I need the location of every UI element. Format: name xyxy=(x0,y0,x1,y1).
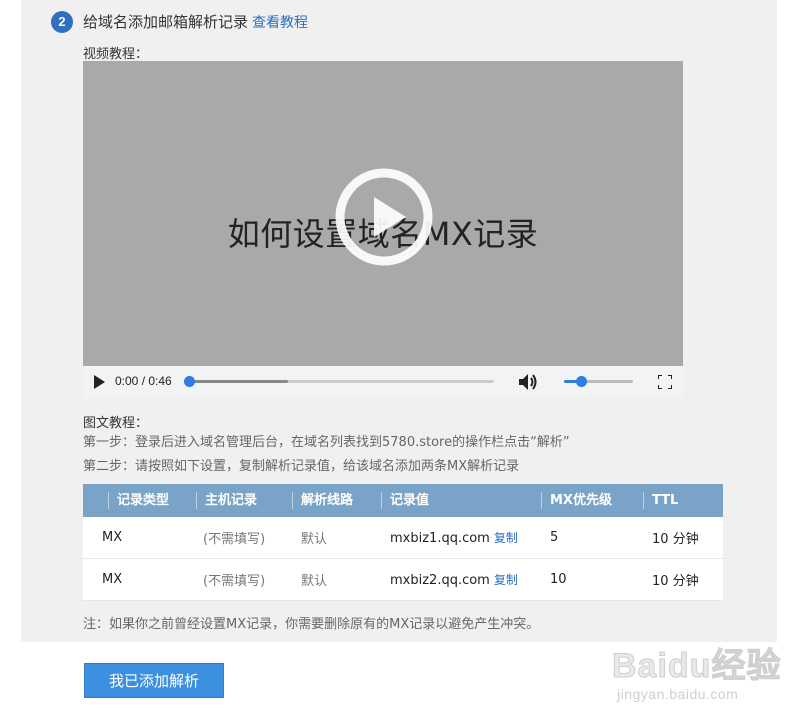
tutorial-step-1: 第一步：登录后进入域名管理后台，在域名列表找到5780.store的操作栏点击“… xyxy=(83,435,570,450)
dns-record-table: 记录类型 主机记录 解析线路 记录值 MX优先级 TTL MX (不需填写) 默… xyxy=(83,484,723,601)
video-time: 0:00 / 0:46 xyxy=(115,374,172,388)
cell-value: mxbiz1.qq.com 复制 xyxy=(381,517,541,559)
text-tutorial-label: 图文教程： xyxy=(83,416,149,431)
cell-host: (不需填写) xyxy=(196,558,292,601)
video-screen[interactable]: 如何设置域名MX记录 xyxy=(83,61,683,366)
cell-priority: 5 xyxy=(541,517,643,559)
conflict-note: 注：如果你之前曾经设置MX记录，你需要删除原有的MX记录以避免产生冲突。 xyxy=(83,617,540,632)
video-section-label: 视频教程： xyxy=(83,47,149,62)
cell-ttl: 10 分钟 xyxy=(643,517,723,559)
table-header-row: 记录类型 主机记录 解析线路 记录值 MX优先级 TTL xyxy=(83,484,723,517)
tutorial-step-2: 第二步：请按照如下设置，复制解析记录值，给该域名添加两条MX解析记录 xyxy=(83,459,520,474)
table-row: MX (不需填写) 默认 mxbiz1.qq.com 复制 5 10 分钟 xyxy=(83,517,723,559)
volume-icon[interactable] xyxy=(519,373,539,391)
step-title-text: 给域名添加邮箱解析记录 xyxy=(83,13,249,31)
view-tutorial-link[interactable]: 查看教程 xyxy=(252,15,308,31)
done-adding-button[interactable]: 我已添加解析 xyxy=(84,663,224,698)
baidu-watermark: Baidu经验 jingyan.baidu.com xyxy=(611,634,797,714)
cell-type: MX xyxy=(83,517,196,559)
play-icon[interactable] xyxy=(93,375,105,389)
video-player[interactable]: 如何设置域名MX记录 0:00 / 0:46 xyxy=(83,61,683,398)
header-record-value: 记录值 xyxy=(381,484,541,517)
copy-button[interactable]: 复制 xyxy=(494,531,518,545)
header-ttl: TTL xyxy=(643,484,723,517)
header-record-type: 记录类型 xyxy=(83,484,196,517)
cell-type: MX xyxy=(83,558,196,601)
copy-button[interactable]: 复制 xyxy=(494,573,518,587)
table-row: MX (不需填写) 默认 mxbiz2.qq.com 复制 10 10 分钟 xyxy=(83,558,723,601)
watermark-domain: jingyan.baidu.com xyxy=(617,686,739,702)
cell-priority: 10 xyxy=(541,558,643,601)
step-heading: 给域名添加邮箱解析记录 查看教程 xyxy=(83,11,308,34)
cell-ttl: 10 分钟 xyxy=(643,558,723,601)
volume-thumb[interactable] xyxy=(575,376,587,387)
volume-slider[interactable] xyxy=(564,376,633,387)
seek-thumb[interactable] xyxy=(184,376,195,387)
header-resolve-line: 解析线路 xyxy=(292,484,381,517)
fullscreen-icon[interactable] xyxy=(658,375,672,389)
header-host-record: 主机记录 xyxy=(196,484,292,517)
video-seek-bar[interactable] xyxy=(184,376,494,387)
cell-host: (不需填写) xyxy=(196,517,292,559)
cell-line: 默认 xyxy=(292,558,381,601)
watermark-logo: Baidu经验 xyxy=(611,647,782,686)
header-mx-priority: MX优先级 xyxy=(541,484,643,517)
buffered-range xyxy=(186,380,288,383)
record-value-text[interactable]: mxbiz1.qq.com xyxy=(390,531,490,546)
step-number-badge: 2 xyxy=(51,11,73,33)
video-controls: 0:00 / 0:46 xyxy=(83,366,683,398)
record-value-text[interactable]: mxbiz2.qq.com xyxy=(390,573,490,588)
cell-line: 默认 xyxy=(292,517,381,559)
cell-value: mxbiz2.qq.com 复制 xyxy=(381,558,541,601)
play-overlay-icon[interactable] xyxy=(334,167,434,267)
